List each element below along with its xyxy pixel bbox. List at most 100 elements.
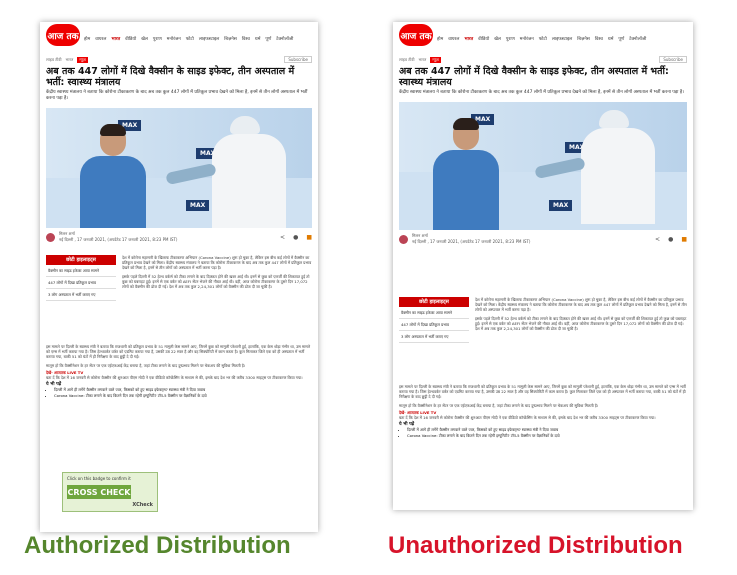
nav-item[interactable]: धर्म xyxy=(608,36,613,42)
photo-sign: MAX xyxy=(549,200,573,211)
badge-title: CROSS CHECK xyxy=(67,485,131,499)
badge-brand: XCheck xyxy=(132,502,153,508)
nav-item[interactable]: पूर्ण xyxy=(265,36,271,42)
paragraph: देश में कोरोना महामारी के खिलाफ टीकाकरण … xyxy=(122,255,312,271)
article-body-upper: देश में कोरोना महामारी के खिलाफ टीकाकरण … xyxy=(122,255,312,289)
dateline: नई दिल्ली , 17 जनवरी 2021, (अपडेटेड 17 ज… xyxy=(59,237,178,242)
nav-item[interactable]: वीडियो xyxy=(478,36,489,42)
nav-item[interactable]: धर्म xyxy=(255,36,260,42)
nav-item[interactable]: भारत xyxy=(464,36,473,42)
nav-item[interactable]: पुराण xyxy=(153,36,162,42)
photo-patient xyxy=(429,118,499,230)
paragraph: इसके पहले दिल्ली में 52 हेल्थ वर्कर्स को… xyxy=(122,273,310,290)
highlight-item: वैक्सीन का साइड इफेक्ट आया सामने xyxy=(399,307,469,319)
nav-item[interactable]: फोटो xyxy=(539,36,547,42)
also-read-list: दिल्ली में आगे ही लगेंगे वैक्सीन लगवाने … xyxy=(399,427,687,437)
author-avatar xyxy=(399,234,408,244)
bookmark-icon[interactable]: ■ xyxy=(681,236,687,243)
site-nav: होम वायरल भारत वीडियो खेल पुराण मनोरंजन … xyxy=(84,36,314,42)
paragraph: इस मामले पर दिल्ली के स्वास्थ्य मंत्री न… xyxy=(399,384,686,400)
subscribe-button[interactable]: Subscribe xyxy=(659,56,687,63)
cross-check-badge[interactable]: Click on this badge to confirm it CROSS … xyxy=(62,472,158,512)
nav-item[interactable]: खेल xyxy=(141,36,148,42)
highlights-title: छोटी हाइलाइट्स xyxy=(46,255,116,265)
paragraph: इस मामले पर दिल्ली के स्वास्थ्य मंत्री न… xyxy=(46,344,311,360)
byline: मिलन शर्मा नई दिल्ली , 17 जनवरी 2021, (अ… xyxy=(393,230,693,248)
badge-instruction: Click on this badge to confirm it xyxy=(67,476,131,481)
article-body-upper: देश में कोरोना महामारी के खिलाफ टीकाकरण … xyxy=(475,297,687,331)
photo-nurse xyxy=(534,110,655,224)
highlights-box: छोटी हाइलाइट्स वैक्सीन का साइड इफेक्ट आय… xyxy=(46,255,116,301)
site-logo[interactable]: आज तक xyxy=(46,24,80,46)
byline: मिलन शर्मा नई दिल्ली , 17 जनवरी 2021, (अ… xyxy=(40,228,318,246)
unauthorized-caption: Unauthorized Distribution xyxy=(388,532,683,559)
paragraph: इसके पहले दिल्ली में 52 हेल्थ वर्कर्स को… xyxy=(475,315,687,332)
article-body-lower: इस मामले पर दिल्ली के स्वास्थ्य मंत्री न… xyxy=(399,384,687,438)
nav-item[interactable]: विश्व xyxy=(242,36,250,42)
nav-item[interactable]: लाइफस्टाइल xyxy=(552,36,572,42)
share-icon[interactable]: < xyxy=(280,234,285,241)
site-logo[interactable]: आज तक xyxy=(399,24,433,46)
comment-icon[interactable]: ● xyxy=(293,234,298,241)
nav-item[interactable]: भारत xyxy=(111,36,120,42)
highlights-box: छोटी हाइलाइट्स वैक्सीन का साइड इफेक्ट आय… xyxy=(399,297,469,343)
nav-item[interactable]: पुराण xyxy=(506,36,515,42)
also-read-link[interactable]: Corona Vaccine: टीका लगाने के बाद कितने … xyxy=(54,393,312,398)
article-headline: अब तक 447 लोगों में दिखे वैक्सीन के साइड… xyxy=(46,66,295,88)
bookmark-icon[interactable]: ■ xyxy=(306,234,312,241)
nav-item[interactable]: वायरल xyxy=(95,36,106,42)
site-header: आज तक होम वायरल भारत वीडियो खेल पुराण मन… xyxy=(40,22,318,54)
authorized-caption: Authorized Distribution xyxy=(24,532,291,559)
breadcrumb-item[interactable]: लाइव टीवी xyxy=(399,57,415,63)
site-header: आज तक होम वायरल भारत वीडियो खेल पुराण मन… xyxy=(393,22,693,54)
subscribe-button[interactable]: Subscribe xyxy=(284,56,312,63)
nav-item[interactable]: विश्व xyxy=(595,36,603,42)
article-lede: केंद्रीय स्वास्थ्य मंत्रालय ने बताया कि … xyxy=(399,90,684,95)
highlight-item: वैक्सीन का साइड इफेक्ट आया सामने xyxy=(46,265,116,277)
also-read-list: दिल्ली में आगे ही लगेंगे वैक्सीन लगवाने … xyxy=(46,387,312,397)
nav-item[interactable]: खेल xyxy=(494,36,501,42)
authorized-article-screenshot: आज तक होम वायरल भारत वीडियो खेल पुराण मन… xyxy=(40,22,318,532)
nav-item[interactable]: होम xyxy=(437,36,443,42)
paragraph: बता दें कि देश में 16 जनवरी से कोरोना वै… xyxy=(399,415,656,421)
article-photo: MAX MAX MAX xyxy=(46,108,312,228)
nav-item[interactable]: होम xyxy=(84,36,90,42)
paragraph: मालूम हो कि वैक्सीनेशन के हर सेंटर पर एक… xyxy=(46,362,246,368)
paragraph: बता दें कि देश में 16 जनवरी से कोरोना वै… xyxy=(46,375,303,381)
highlight-item: 447 लोगों में दिखा प्रतिकूल प्रभाव xyxy=(46,277,116,289)
nav-item[interactable]: वायरल xyxy=(448,36,459,42)
nav-item[interactable]: बिज़नेस xyxy=(224,36,237,42)
nav-item[interactable]: पूर्ण xyxy=(618,36,624,42)
highlight-item: 3 लोग अस्पताल में भर्ती कराए गए xyxy=(46,289,116,301)
author-avatar xyxy=(46,232,55,242)
nav-item[interactable]: मनोरंजन xyxy=(520,36,534,42)
nav-item[interactable]: वीडियो xyxy=(125,36,136,42)
highlights-title: छोटी हाइलाइट्स xyxy=(399,297,469,307)
nav-item[interactable]: लाइफस्टाइल xyxy=(199,36,219,42)
breadcrumb-item[interactable]: भारत xyxy=(66,57,74,63)
nav-item[interactable]: फोटो xyxy=(186,36,194,42)
news-tag: न्यूज़ xyxy=(430,56,441,63)
comment-icon[interactable]: ● xyxy=(668,236,673,243)
also-read-link[interactable]: Corona Vaccine: टीका लगाने के बाद कितने … xyxy=(407,433,687,438)
article-body-lower: इस मामले पर दिल्ली के स्वास्थ्य मंत्री न… xyxy=(46,344,312,398)
photo-nurse xyxy=(165,116,286,228)
article-photo: MAX MAX MAX xyxy=(399,102,687,230)
breadcrumb-item[interactable]: लाइव टीवी xyxy=(46,57,62,63)
nav-item[interactable]: टेक्नोलॉजी xyxy=(629,36,646,42)
share-actions: < ● ■ xyxy=(280,234,312,241)
paragraph: मालूम हो कि वैक्सीनेशन के हर सेंटर पर एक… xyxy=(399,402,599,408)
nav-item[interactable]: मनोरंजन xyxy=(167,36,181,42)
article-lede: केंद्रीय स्वास्थ्य मंत्रालय ने बताया कि … xyxy=(46,90,308,101)
breadcrumb: लाइव टीवी भारत न्यूज़ Subscribe xyxy=(393,56,693,63)
news-tag: न्यूज़ xyxy=(77,56,88,63)
share-actions: < ● ■ xyxy=(655,236,687,243)
share-icon[interactable]: < xyxy=(655,236,660,243)
site-nav: होम वायरल भारत वीडियो खेल पुराण मनोरंजन … xyxy=(437,36,689,42)
photo-patient xyxy=(76,124,146,228)
breadcrumb-item[interactable]: भारत xyxy=(419,57,427,63)
paragraph: देश में कोरोना महामारी के खिलाफ टीकाकरण … xyxy=(475,297,687,313)
breadcrumb: लाइव टीवी भारत न्यूज़ Subscribe xyxy=(40,56,318,63)
nav-item[interactable]: बिज़नेस xyxy=(577,36,590,42)
nav-item[interactable]: टेक्नोलॉजी xyxy=(276,36,293,42)
